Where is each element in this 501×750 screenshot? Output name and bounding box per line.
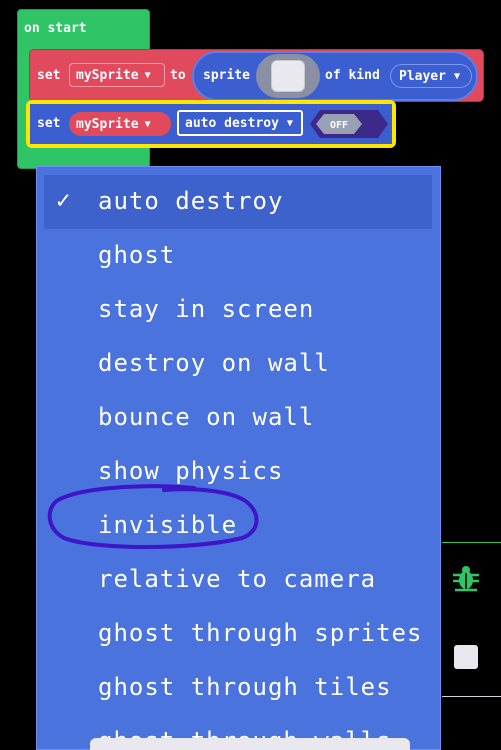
checkmark-icon: ✓	[56, 186, 71, 214]
sprite-image-preview[interactable]	[271, 60, 305, 92]
set-label: set	[37, 68, 61, 83]
chevron-down-icon: ▼	[144, 118, 151, 130]
menu-item-show-physics[interactable]: show physics	[98, 457, 283, 485]
on-start-label: on start	[24, 21, 87, 36]
sprite-flag-value: auto destroy	[185, 115, 279, 131]
menu-item-ghost[interactable]: ghost	[98, 241, 175, 269]
sprite-variable-dropdown-2[interactable]: mySprite ▼	[69, 112, 171, 136]
to-label: to	[170, 68, 186, 83]
menu-item-bounce-on-wall[interactable]: bounce on wall	[98, 403, 314, 431]
menu-item-destroy-on-wall[interactable]: destroy on wall	[98, 349, 330, 377]
sprite-flag-dropdown[interactable]: auto destroy ▼	[177, 110, 303, 136]
menu-item-auto-destroy[interactable]: auto destroy	[98, 187, 283, 215]
menu-item-stay-in-screen[interactable]: stay in screen	[98, 295, 314, 323]
menu-item-ghost-through-sprites[interactable]: ghost through sprites	[98, 619, 422, 647]
sprite-variable-value-2: mySprite	[76, 116, 139, 132]
sprite-variable-dropdown[interactable]: mySprite ▼	[69, 63, 165, 87]
on-off-toggle[interactable]: OFF	[310, 110, 388, 138]
of-kind-label: of kind	[325, 68, 380, 83]
sprite-variable-value: mySprite	[76, 67, 139, 83]
chevron-down-icon: ▼	[453, 70, 460, 82]
bug-icon[interactable]	[451, 563, 481, 593]
kind-value: Player	[399, 68, 446, 84]
stop-icon[interactable]	[454, 645, 478, 669]
kind-dropdown[interactable]: Player ▼	[390, 64, 472, 88]
toggle-label: OFF	[330, 120, 348, 131]
menu-item-ghost-through-tiles[interactable]: ghost through tiles	[98, 673, 392, 701]
set-label-2: set	[37, 116, 61, 131]
chevron-down-icon: ▼	[286, 117, 293, 129]
chevron-down-icon: ▼	[144, 69, 151, 81]
sprite-label: sprite	[203, 68, 250, 83]
menu-item-relative-to-camera[interactable]: relative to camera	[98, 565, 376, 593]
bottom-panel-edge	[90, 738, 410, 750]
circle-annotation	[47, 484, 259, 549]
